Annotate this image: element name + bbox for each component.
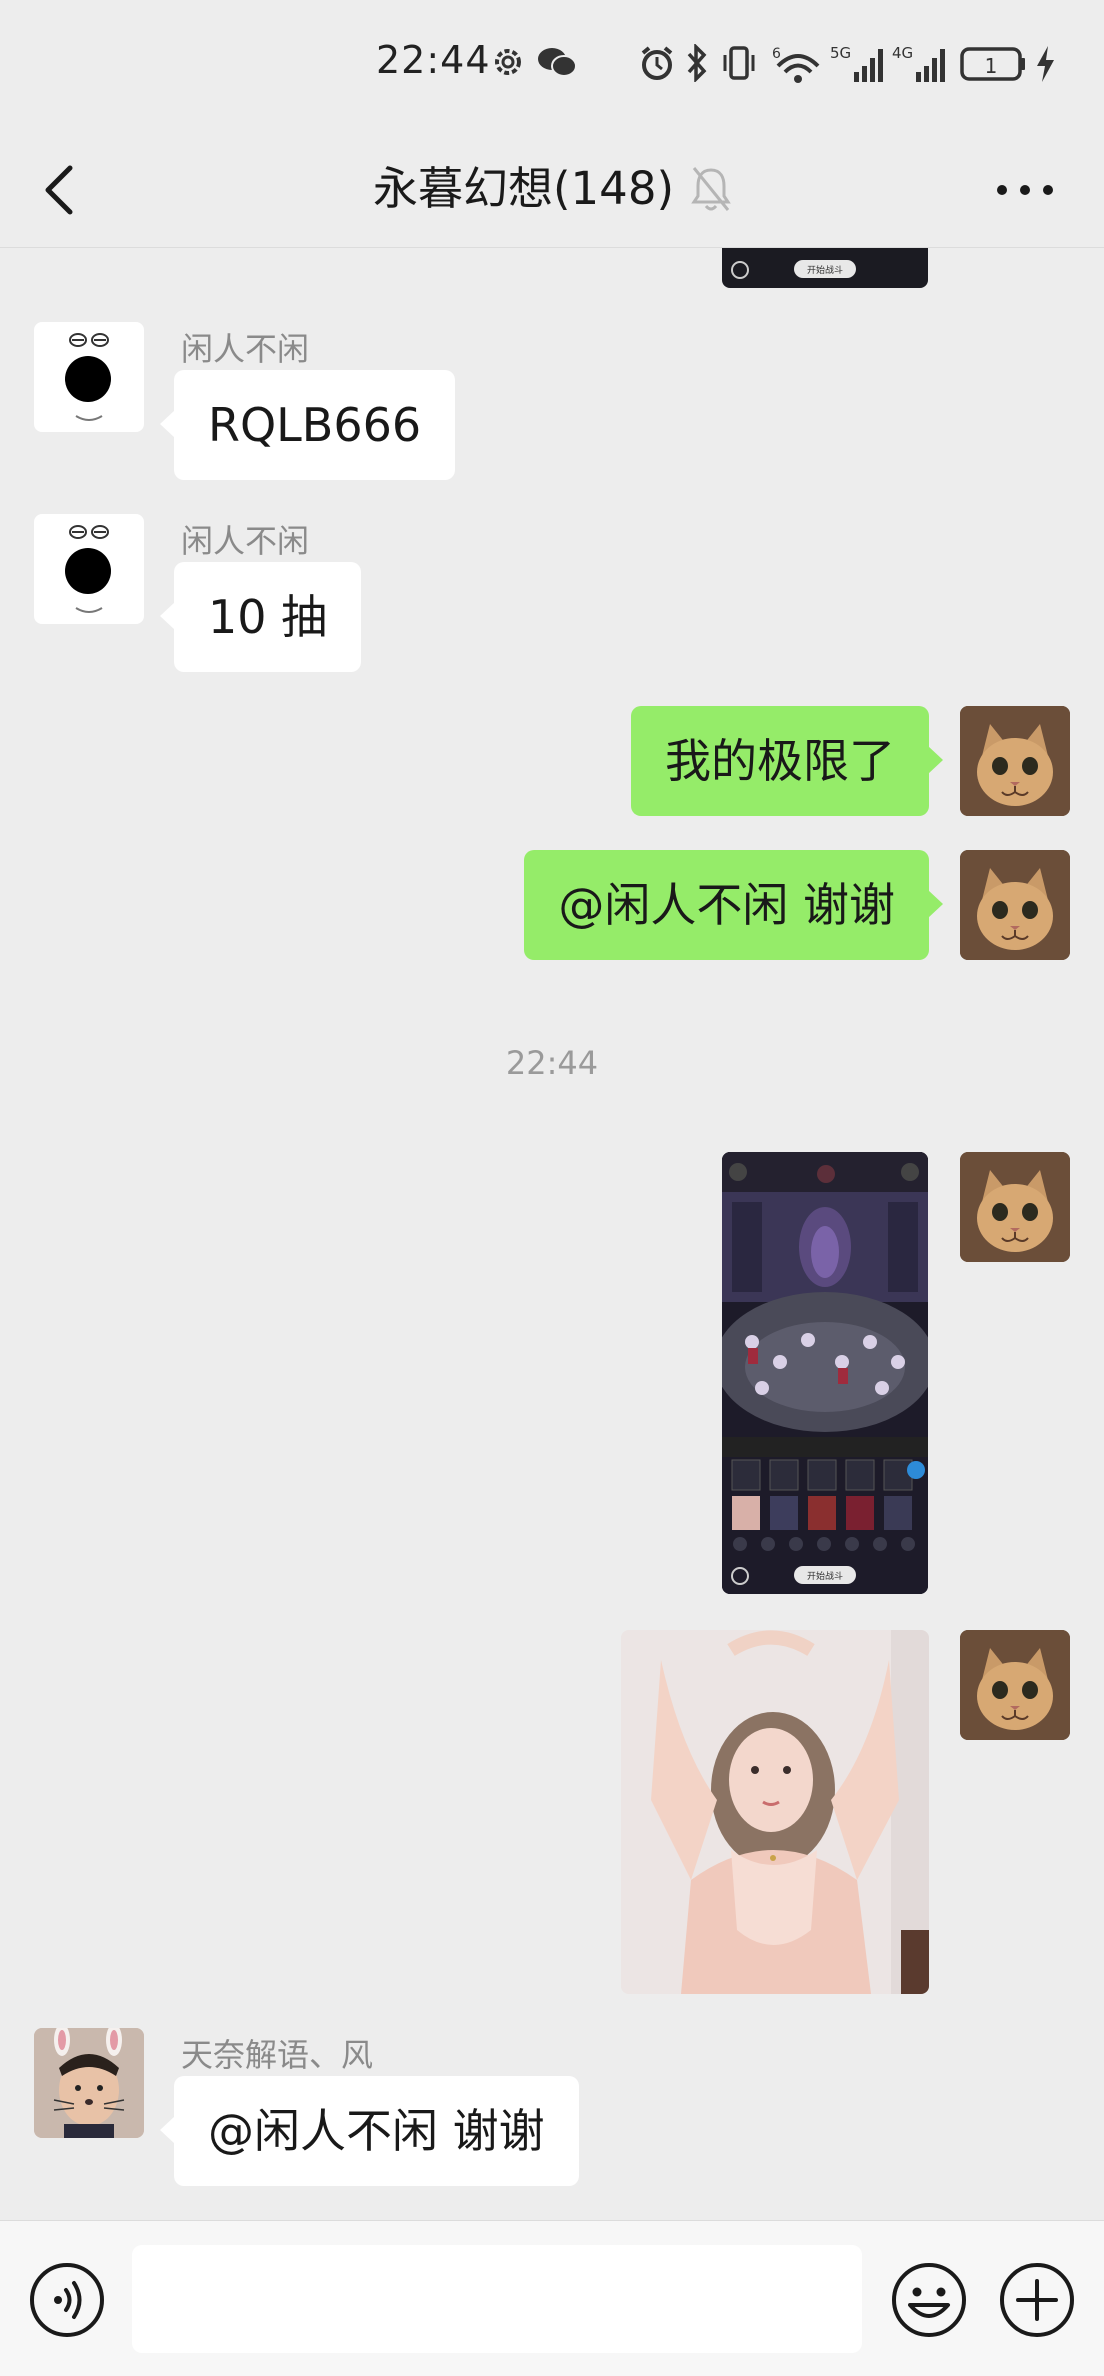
message-bubble-outgoing[interactable]: @闲人不闲 谢谢 [524,850,943,960]
plus-icon[interactable] [998,2261,1076,2339]
bluetooth-icon [687,44,707,82]
wifi-label: 6 [772,46,781,62]
chat-screen: 22:44 6 5G 4G 1 永暮幻想(148) 开始战斗 闲人不闲 RQLB… [0,0,1104,2376]
chevron-left-icon[interactable] [34,154,90,226]
status-time: 22:44 [376,38,491,82]
charging-icon [1037,46,1054,82]
message-bubble[interactable]: RQLB666 [159,370,456,480]
status-bar: 22:44 6 5G 4G 1 [0,0,1104,130]
sender-name: 闲人不闲 [181,522,310,560]
wifi-icon: 6 [772,46,820,83]
signal-5g-icon: 5G [830,44,883,82]
photo-image [621,1630,929,1994]
my-avatar[interactable] [960,1630,1070,1740]
cartoon-face-avatar [65,525,111,613]
cat-avatar [960,1630,1070,1740]
message-bubble-outgoing[interactable]: 我的极限了 [631,706,943,816]
sender-name: 闲人不闲 [181,330,310,368]
sender-name: 天奈解语、风 [181,2036,374,2074]
timestamp-divider: 22:44 [505,1044,599,1082]
input-bar [0,2220,1104,2376]
signal-4g-label: 4G [892,44,913,62]
signal-5g-label: 5G [830,44,851,62]
cat-avatar [960,850,1070,960]
avatar[interactable] [34,514,144,624]
battery-level: 1 [985,54,998,78]
wechat-icon [538,48,577,77]
signal-4g-icon: 4G [892,44,945,82]
game-start-button-label: 开始战斗 [807,264,843,276]
alarm-icon [641,46,673,80]
image-message[interactable] [621,1630,929,1994]
my-avatar[interactable] [960,850,1070,960]
game-screenshot-image: 开始战斗 [722,1152,928,1594]
my-avatar[interactable] [960,706,1070,816]
image-message-partial[interactable]: 开始战斗 [722,248,928,288]
cartoon-face-avatar [65,333,111,421]
message-bubble[interactable]: 10 抽 [159,562,362,672]
image-message[interactable]: 开始战斗 [722,1152,928,1594]
my-avatar[interactable] [960,1152,1070,1262]
message-input[interactable] [132,2245,862,2353]
title-bar: 永暮幻想(148) [0,130,1104,248]
cat-avatar [960,1152,1070,1262]
voice-icon[interactable] [28,2261,106,2339]
emoji-icon[interactable] [890,2261,968,2339]
settings-icon [495,49,521,75]
chat-title: 永暮幻想(148) [373,162,675,215]
bell-off-icon [691,167,731,211]
message-bubble[interactable]: @闲人不闲 谢谢 [160,2076,579,2186]
avatar[interactable] [34,322,144,432]
ellipsis-icon[interactable] [990,160,1060,220]
bunny-ears-avatar [34,2028,144,2138]
cat-avatar [960,706,1070,816]
vibrate-icon [723,46,755,80]
battery-icon: 1 [960,47,1025,81]
game-start-button-label: 开始战斗 [807,1570,843,1582]
avatar[interactable] [34,2028,144,2138]
game-screenshot-footer: 开始战斗 [731,260,856,279]
